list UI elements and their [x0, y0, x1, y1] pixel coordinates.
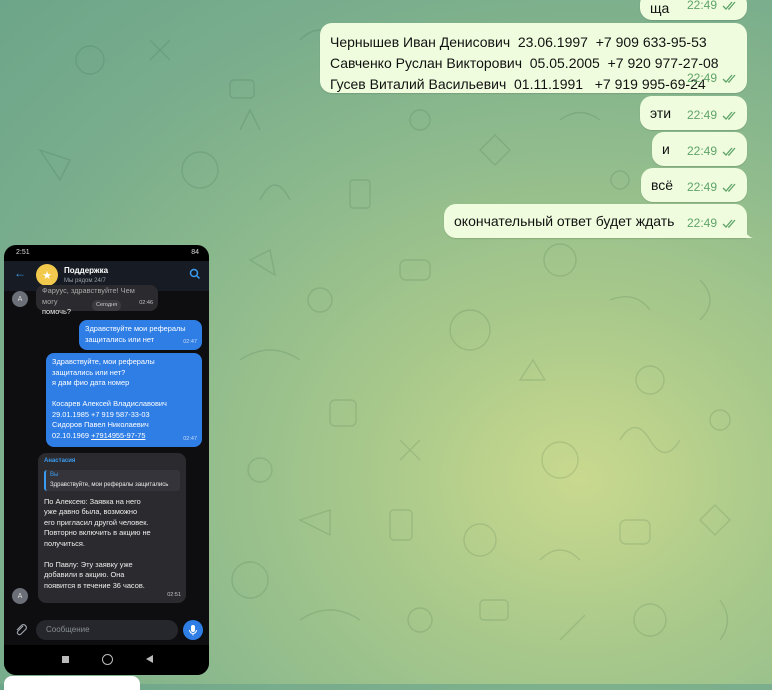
phone-chat-area: А Фаруус, здравствуйте! Чем могу помочь?… — [4, 285, 209, 615]
phone-message-line: Здравствуйте мои рефералы — [85, 324, 186, 333]
read-check-icon — [722, 111, 738, 121]
phone-status-bar: 2:51 84 — [16, 249, 199, 261]
read-check-icon — [722, 219, 738, 229]
read-check-icon — [722, 147, 738, 157]
phone-input-bar: Сообщение — [4, 615, 209, 645]
phone-message-line: его пригласил другой человек. — [44, 517, 149, 527]
quote-author: Вы — [50, 471, 59, 478]
phone-chat-title: Поддержка — [64, 266, 109, 275]
phone-outgoing-message: Здравствуйте мои рефералы защитались или… — [79, 320, 202, 350]
back-arrow-icon: ← — [14, 266, 26, 280]
phone-message-date: 02.10.1969 — [52, 430, 89, 440]
search-icon — [189, 268, 201, 280]
phone-message-line: появится в течение 36 часов. — [44, 580, 145, 590]
microphone-icon — [183, 620, 203, 640]
message-bubble[interactable]: ща 22:49 — [640, 0, 747, 20]
message-time: 22:49 — [686, 108, 717, 122]
phone-message-line: По Алексею: Заявка на него — [44, 496, 141, 506]
message-meta: 22:49 — [687, 177, 738, 198]
message-text: Чернышев Иван Денисович 23.06.1997 +7 90… — [320, 23, 747, 95]
home-icon — [102, 654, 113, 665]
read-check-icon — [722, 74, 738, 84]
message-time: 22:49 — [686, 0, 717, 12]
date-chip: Сегодня — [92, 300, 122, 311]
phone-message-line: Повторно включить в акцию не — [44, 528, 151, 537]
phone-message-time: 02:51 — [167, 591, 181, 598]
phone-message-time: 02:47 — [183, 338, 197, 345]
message-time: 22:49 — [686, 71, 717, 85]
message-line: Савченко Руслан Викторович 05.05.2005 +7… — [330, 55, 719, 71]
phone-number-link[interactable]: +7914955-97-75 — [91, 431, 145, 440]
phone-battery-level: 84 — [191, 249, 199, 256]
bubble-tail-icon — [743, 224, 753, 238]
phone-message-line: Здравствуйте, мои рефералы — [52, 357, 155, 366]
message-time: 22:49 — [686, 180, 717, 194]
message-bubble[interactable]: и 22:49 — [652, 132, 747, 166]
phone-incoming-message: Фаруус, здравствуйте! Чем могу помочь? С… — [36, 285, 158, 316]
phone-message-line: По Павлу: Эту заявку уже — [44, 559, 133, 569]
phone-message-line: Косарев Алексей Владиславович — [52, 399, 167, 408]
phone-screenshot-image[interactable]: 2:51 84 ← ★ Поддержка Мы рядом 24/7 А Фа… — [4, 245, 209, 675]
reply-author: Анастасия — [44, 458, 76, 464]
next-message-bubble-edge — [4, 676, 140, 690]
message-time: 22:49 — [686, 216, 717, 230]
support-avatar-icon: ★ — [36, 264, 58, 286]
read-check-icon — [722, 1, 738, 11]
read-check-icon — [722, 183, 738, 193]
phone-message-line: 02.10.1969 +7914955-97-75 — [52, 431, 196, 442]
recents-icon — [62, 656, 69, 663]
phone-message-time: 02:46 — [139, 299, 153, 306]
message-bubble[interactable]: всё 22:49 — [641, 168, 747, 202]
phone-message-body: Здравствуйте, мои рефералы защитались ил… — [46, 353, 202, 441]
message-meta: 22:49 — [687, 0, 738, 16]
nav-back-icon — [146, 655, 153, 663]
message-meta: 22:49 — [687, 141, 738, 162]
phone-message-line: Сидоров Павел Николаевич — [52, 420, 149, 429]
phone-message-input: Сообщение — [36, 620, 178, 640]
message-meta: 22:49 — [687, 105, 738, 126]
phone-message-line: 29.01.1985 +7 919 587-33-03 — [52, 409, 150, 419]
message-line: Гусев Виталий Васильевич 01.11.1991 +7 9… — [330, 76, 706, 92]
phone-outgoing-message: Здравствуйте, мои рефералы защитались ил… — [46, 353, 202, 447]
phone-message-line — [52, 389, 196, 400]
phone-message-line: защитались или нет? — [52, 367, 126, 377]
phone-message-line: я дам фио дата номер — [52, 378, 130, 387]
message-meta: 22:49 — [687, 213, 738, 234]
agent-avatar: А — [12, 291, 28, 307]
phone-message-time: 02:47 — [183, 435, 197, 442]
message-line: Чернышев Иван Денисович 23.06.1997 +7 90… — [330, 34, 707, 50]
message-time: 22:49 — [686, 144, 717, 158]
reply-quote: Вы Здравствуйте, мои рефералы защитались — [44, 469, 180, 491]
message-bubble-contacts[interactable]: Чернышев Иван Денисович 23.06.1997 +7 90… — [320, 23, 747, 93]
message-bubble[interactable]: окончательный ответ будет ждать 22:49 — [444, 204, 753, 238]
phone-chat-subtitle: Мы рядом 24/7 — [64, 278, 106, 284]
phone-message-line: уже давно была, возможно — [44, 507, 138, 516]
phone-reply-message: Анастасия Вы Здравствуйте, мои рефералы … — [38, 453, 186, 603]
phone-nav-bar — [4, 645, 209, 675]
reply-body: По Алексею: Заявка на него уже давно был… — [38, 491, 186, 592]
phone-message-line: получиться. — [44, 538, 85, 548]
attach-paperclip-icon — [16, 624, 27, 636]
phone-message-line — [44, 549, 180, 560]
phone-status-time: 2:51 — [16, 249, 30, 256]
quote-text: Здравствуйте, мои рефералы защитались — [50, 482, 169, 488]
message-bubble[interactable]: эти 22:49 — [640, 96, 747, 130]
agent-avatar: А — [12, 588, 28, 604]
phone-message-line: добавили в акцию. Она — [44, 570, 125, 579]
message-meta: 22:49 — [687, 68, 738, 89]
